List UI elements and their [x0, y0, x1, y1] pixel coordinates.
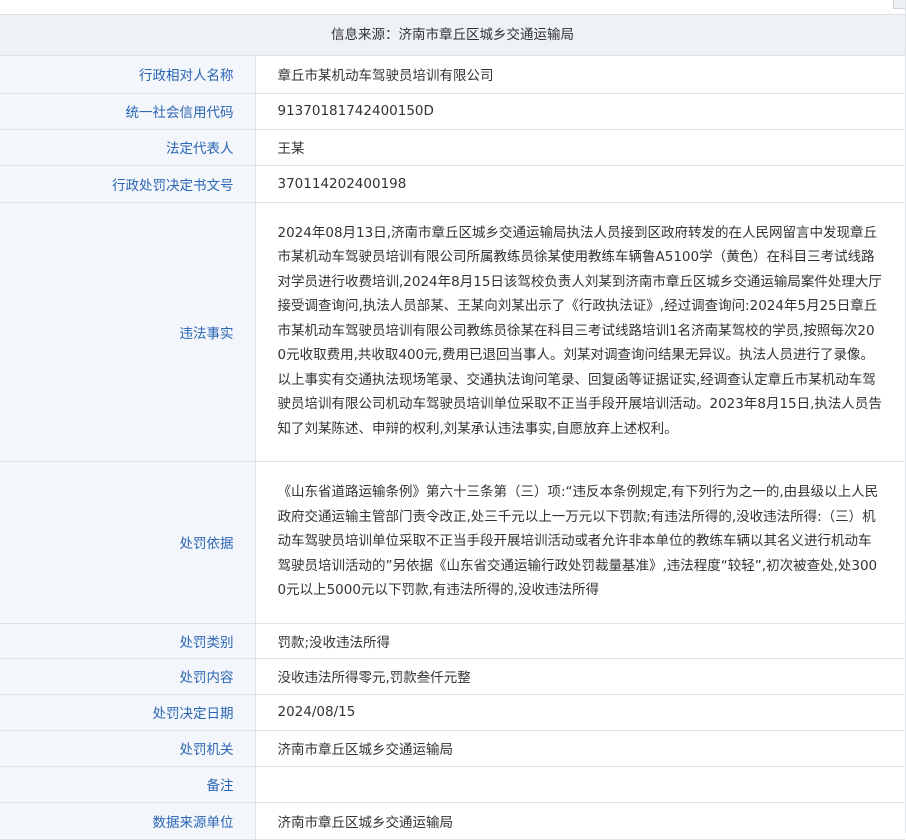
row-value-credit-code: 91370181742400150D — [255, 93, 905, 130]
row-value-decision-number: 370114202400198 — [255, 165, 905, 203]
row-label-decision-number: 行政处罚决定书文号 — [0, 165, 256, 203]
table-row: 处罚决定日期 2024/08/15 — [0, 694, 905, 731]
row-label-credit-code: 统一社会信用代码 — [0, 93, 256, 130]
row-value-decision-date: 2024/08/15 — [255, 694, 905, 731]
row-value-violation-facts: 2024年08月13日,济南市章丘区城乡交通运输局执法人员接到区政府转发的在人民… — [255, 202, 905, 462]
table-row: 行政相对人名称 章丘市某机动车驾驶员培训有限公司 — [0, 56, 905, 94]
table-row: 法定代表人 王某 — [0, 129, 905, 166]
row-value-data-source: 济南市章丘区城乡交通运输局 — [255, 802, 905, 840]
row-label-penalty-content: 处罚内容 — [0, 658, 256, 695]
row-value-penalty-basis: 《山东省道路运输条例》第六十三条第（三）项:“违反本条例规定,有下列行为之一的,… — [255, 461, 905, 624]
collapse-toggle-icon[interactable] — [893, 0, 905, 9]
row-label-decision-date: 处罚决定日期 — [0, 694, 256, 731]
table-row: 备注 — [0, 766, 905, 803]
row-label-legal-rep: 法定代表人 — [0, 129, 256, 166]
row-value-authority: 济南市章丘区城乡交通运输局 — [255, 730, 905, 767]
row-label-penalty-category: 处罚类别 — [0, 623, 256, 659]
row-label-remarks: 备注 — [0, 766, 256, 803]
table-row: 违法事实 2024年08月13日,济南市章丘区城乡交通运输局执法人员接到区政府转… — [0, 202, 905, 462]
table-row: 处罚机关 济南市章丘区城乡交通运输局 — [0, 730, 905, 767]
penalty-info-panel: 信息来源：济南市章丘区城乡交通运输局 行政相对人名称 章丘市某机动车驾驶员培训有… — [0, 0, 906, 840]
table-row: 数据来源单位 济南市章丘区城乡交通运输局 — [0, 802, 905, 840]
row-label-authority: 处罚机关 — [0, 730, 256, 767]
info-source-header: 信息来源：济南市章丘区城乡交通运输局 — [0, 15, 905, 56]
row-label-party-name: 行政相对人名称 — [0, 56, 256, 94]
table-row: 处罚依据 《山东省道路运输条例》第六十三条第（三）项:“违反本条例规定,有下列行… — [0, 461, 905, 624]
row-label-data-source: 数据来源单位 — [0, 802, 256, 840]
row-value-penalty-category: 罚款;没收违法所得 — [255, 623, 905, 659]
table-row: 行政处罚决定书文号 370114202400198 — [0, 165, 905, 203]
table-row: 处罚内容 没收违法所得零元,罚款叁仟元整 — [0, 658, 905, 695]
top-strip — [0, 0, 905, 15]
row-value-penalty-content: 没收违法所得零元,罚款叁仟元整 — [255, 658, 905, 695]
penalty-info-table: 行政相对人名称 章丘市某机动车驾驶员培训有限公司 统一社会信用代码 913701… — [0, 56, 905, 840]
row-value-legal-rep: 王某 — [255, 129, 905, 166]
row-label-penalty-basis: 处罚依据 — [0, 461, 256, 624]
row-value-remarks — [255, 766, 905, 803]
table-row: 统一社会信用代码 91370181742400150D — [0, 93, 905, 130]
row-label-violation-facts: 违法事实 — [0, 202, 256, 462]
row-value-party-name: 章丘市某机动车驾驶员培训有限公司 — [255, 56, 905, 94]
table-row: 处罚类别 罚款;没收违法所得 — [0, 623, 905, 659]
